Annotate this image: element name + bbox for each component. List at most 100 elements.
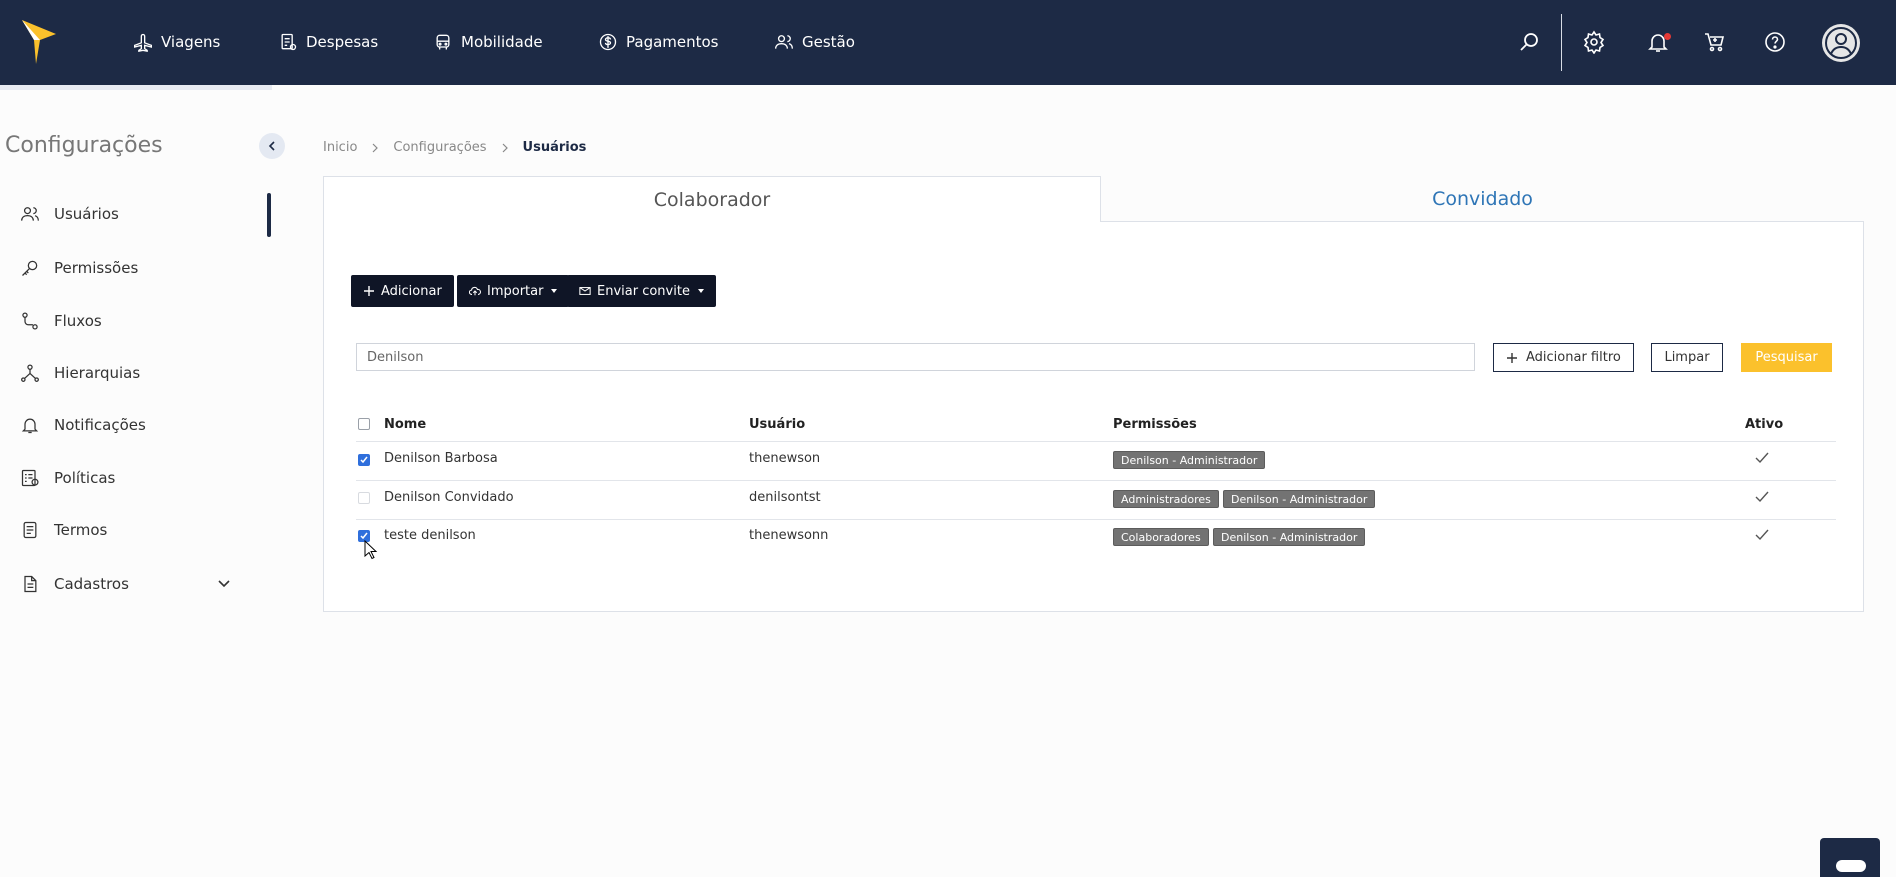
sidebar-item-notificacoes[interactable]: Notificações bbox=[20, 413, 146, 437]
chevron-right-icon bbox=[372, 143, 379, 152]
cell-name: teste denilson bbox=[384, 528, 476, 543]
nav-item-despesas[interactable]: Despesas bbox=[278, 30, 378, 54]
permission-tag: Denilson - Administrador bbox=[1223, 490, 1376, 508]
sidebar-item-label: Notificações bbox=[54, 416, 146, 434]
dollar-icon bbox=[599, 33, 617, 51]
sidebar-collapse-button[interactable] bbox=[259, 133, 285, 159]
check-icon bbox=[360, 532, 368, 540]
mail-icon bbox=[579, 287, 591, 295]
users-icon bbox=[21, 207, 39, 221]
notification-dot bbox=[1664, 33, 1671, 40]
car-icon bbox=[436, 34, 450, 50]
add-filter-button[interactable]: Adicionar filtro bbox=[1493, 343, 1634, 372]
nav-item-gestao[interactable]: Gestão bbox=[774, 30, 855, 54]
table-divider bbox=[356, 441, 1836, 442]
file-icon bbox=[24, 575, 37, 593]
top-navbar: Viagens Despesas Mobilidade Pagamentos G… bbox=[0, 0, 1896, 85]
permission-tag: Denilson - Administrador bbox=[1213, 528, 1366, 546]
cart-icon[interactable] bbox=[1703, 30, 1727, 54]
search-input[interactable] bbox=[356, 343, 1475, 371]
permission-tag: Administradores bbox=[1113, 490, 1219, 508]
add-filter-label: Adicionar filtro bbox=[1526, 350, 1621, 365]
plus-icon bbox=[364, 286, 374, 296]
sidebar-item-label: Fluxos bbox=[54, 312, 102, 330]
column-header-user[interactable]: Usuário bbox=[749, 417, 805, 432]
key-icon bbox=[22, 260, 38, 276]
sidebar-item-fluxos[interactable]: Fluxos bbox=[20, 309, 102, 333]
row-checkbox[interactable] bbox=[358, 492, 370, 504]
document-icon bbox=[23, 521, 37, 539]
sidebar-item-label: Políticas bbox=[54, 469, 116, 487]
nav-item-mobilidade[interactable]: Mobilidade bbox=[433, 30, 543, 54]
logo-icon[interactable] bbox=[22, 20, 56, 64]
add-button[interactable]: Adicionar bbox=[351, 275, 454, 307]
caret-down-icon bbox=[551, 289, 558, 293]
column-header-name[interactable]: Nome bbox=[384, 417, 426, 432]
gear-icon[interactable] bbox=[1582, 30, 1606, 54]
check-icon bbox=[1755, 491, 1769, 503]
permission-tag: Colaboradores bbox=[1113, 528, 1209, 546]
users-icon bbox=[775, 35, 793, 49]
cell-user: denilsontst bbox=[749, 490, 821, 505]
sidebar-item-usuarios[interactable]: Usuários bbox=[20, 202, 119, 226]
breadcrumb-item-configuracoes[interactable]: Configurações bbox=[393, 140, 486, 155]
search-button[interactable]: Pesquisar bbox=[1741, 343, 1832, 372]
permission-tag: Denilson - Administrador bbox=[1113, 451, 1266, 469]
search-icon[interactable] bbox=[1518, 30, 1542, 54]
table-divider bbox=[356, 480, 1836, 481]
plane-icon bbox=[134, 33, 152, 52]
nav-item-viagens[interactable]: Viagens bbox=[133, 30, 220, 54]
column-header-active[interactable]: Ativo bbox=[1745, 417, 1783, 432]
plus-icon bbox=[1507, 352, 1517, 363]
select-all-checkbox[interactable] bbox=[358, 418, 370, 430]
sidebar-item-label: Hierarquias bbox=[54, 364, 141, 382]
sidebar-item-label: Usuários bbox=[54, 205, 119, 223]
nav-item-label: Mobilidade bbox=[461, 33, 543, 51]
chat-widget-button[interactable] bbox=[1820, 838, 1880, 877]
nav-item-label: Gestão bbox=[802, 33, 855, 51]
sidebar-item-label: Cadastros bbox=[54, 575, 129, 593]
active-indicator bbox=[267, 193, 271, 237]
sidebar-item-label: Permissões bbox=[54, 259, 139, 277]
import-button[interactable]: Importar bbox=[457, 275, 570, 307]
hierarchy-icon bbox=[21, 364, 39, 382]
tab-convidado[interactable]: Convidado bbox=[1101, 176, 1864, 222]
user-avatar-icon bbox=[1825, 27, 1857, 59]
bell-icon bbox=[21, 418, 39, 434]
nav-item-label: Viagens bbox=[161, 33, 221, 51]
sidebar-item-termos[interactable]: Termos bbox=[20, 518, 107, 542]
nav-item-label: Despesas bbox=[306, 33, 379, 51]
add-button-label: Adicionar bbox=[381, 283, 442, 299]
chevron-down-icon[interactable] bbox=[214, 574, 234, 594]
breadcrumb-item-usuarios: Usuários bbox=[522, 140, 587, 155]
loading-strip bbox=[0, 85, 272, 90]
breadcrumb-item-inicio[interactable]: Inicio bbox=[323, 140, 357, 155]
sidebar-item-cadastros[interactable]: Cadastros bbox=[20, 572, 129, 596]
cloud-upload-icon bbox=[469, 286, 481, 296]
tab-colaborador[interactable]: Colaborador bbox=[323, 176, 1101, 222]
chevron-left-icon bbox=[268, 141, 275, 151]
sidebar-item-permissoes[interactable]: Permissões bbox=[20, 256, 138, 280]
caret-down-icon bbox=[697, 289, 704, 293]
cell-user: thenewson bbox=[749, 451, 821, 466]
sidebar-title: Configurações bbox=[5, 133, 163, 158]
help-icon[interactable] bbox=[1763, 30, 1787, 54]
nav-item-pagamentos[interactable]: Pagamentos bbox=[598, 30, 719, 54]
send-invite-button[interactable]: Enviar convite bbox=[567, 275, 716, 307]
cell-name: Denilson Barbosa bbox=[384, 451, 498, 466]
row-checkbox[interactable] bbox=[358, 454, 370, 466]
sidebar-item-hierarquias[interactable]: Hierarquias bbox=[20, 361, 140, 385]
chevron-right-icon bbox=[502, 143, 508, 152]
cell-name: Denilson Convidado bbox=[384, 490, 514, 505]
avatar[interactable] bbox=[1822, 24, 1860, 62]
sidebar-item-politicas[interactable]: Políticas bbox=[20, 466, 115, 490]
breadcrumb: Inicio Configurações Usuários bbox=[323, 140, 586, 155]
mouse-cursor-icon bbox=[364, 540, 378, 560]
topbar-divider bbox=[1561, 14, 1562, 71]
clear-button[interactable]: Limpar bbox=[1651, 343, 1723, 372]
column-header-permissions[interactable]: Permissões bbox=[1113, 417, 1197, 432]
check-icon bbox=[360, 456, 368, 464]
nav-item-label: Pagamentos bbox=[626, 33, 719, 51]
import-button-label: Importar bbox=[487, 283, 544, 299]
send-invite-button-label: Enviar convite bbox=[597, 283, 690, 299]
